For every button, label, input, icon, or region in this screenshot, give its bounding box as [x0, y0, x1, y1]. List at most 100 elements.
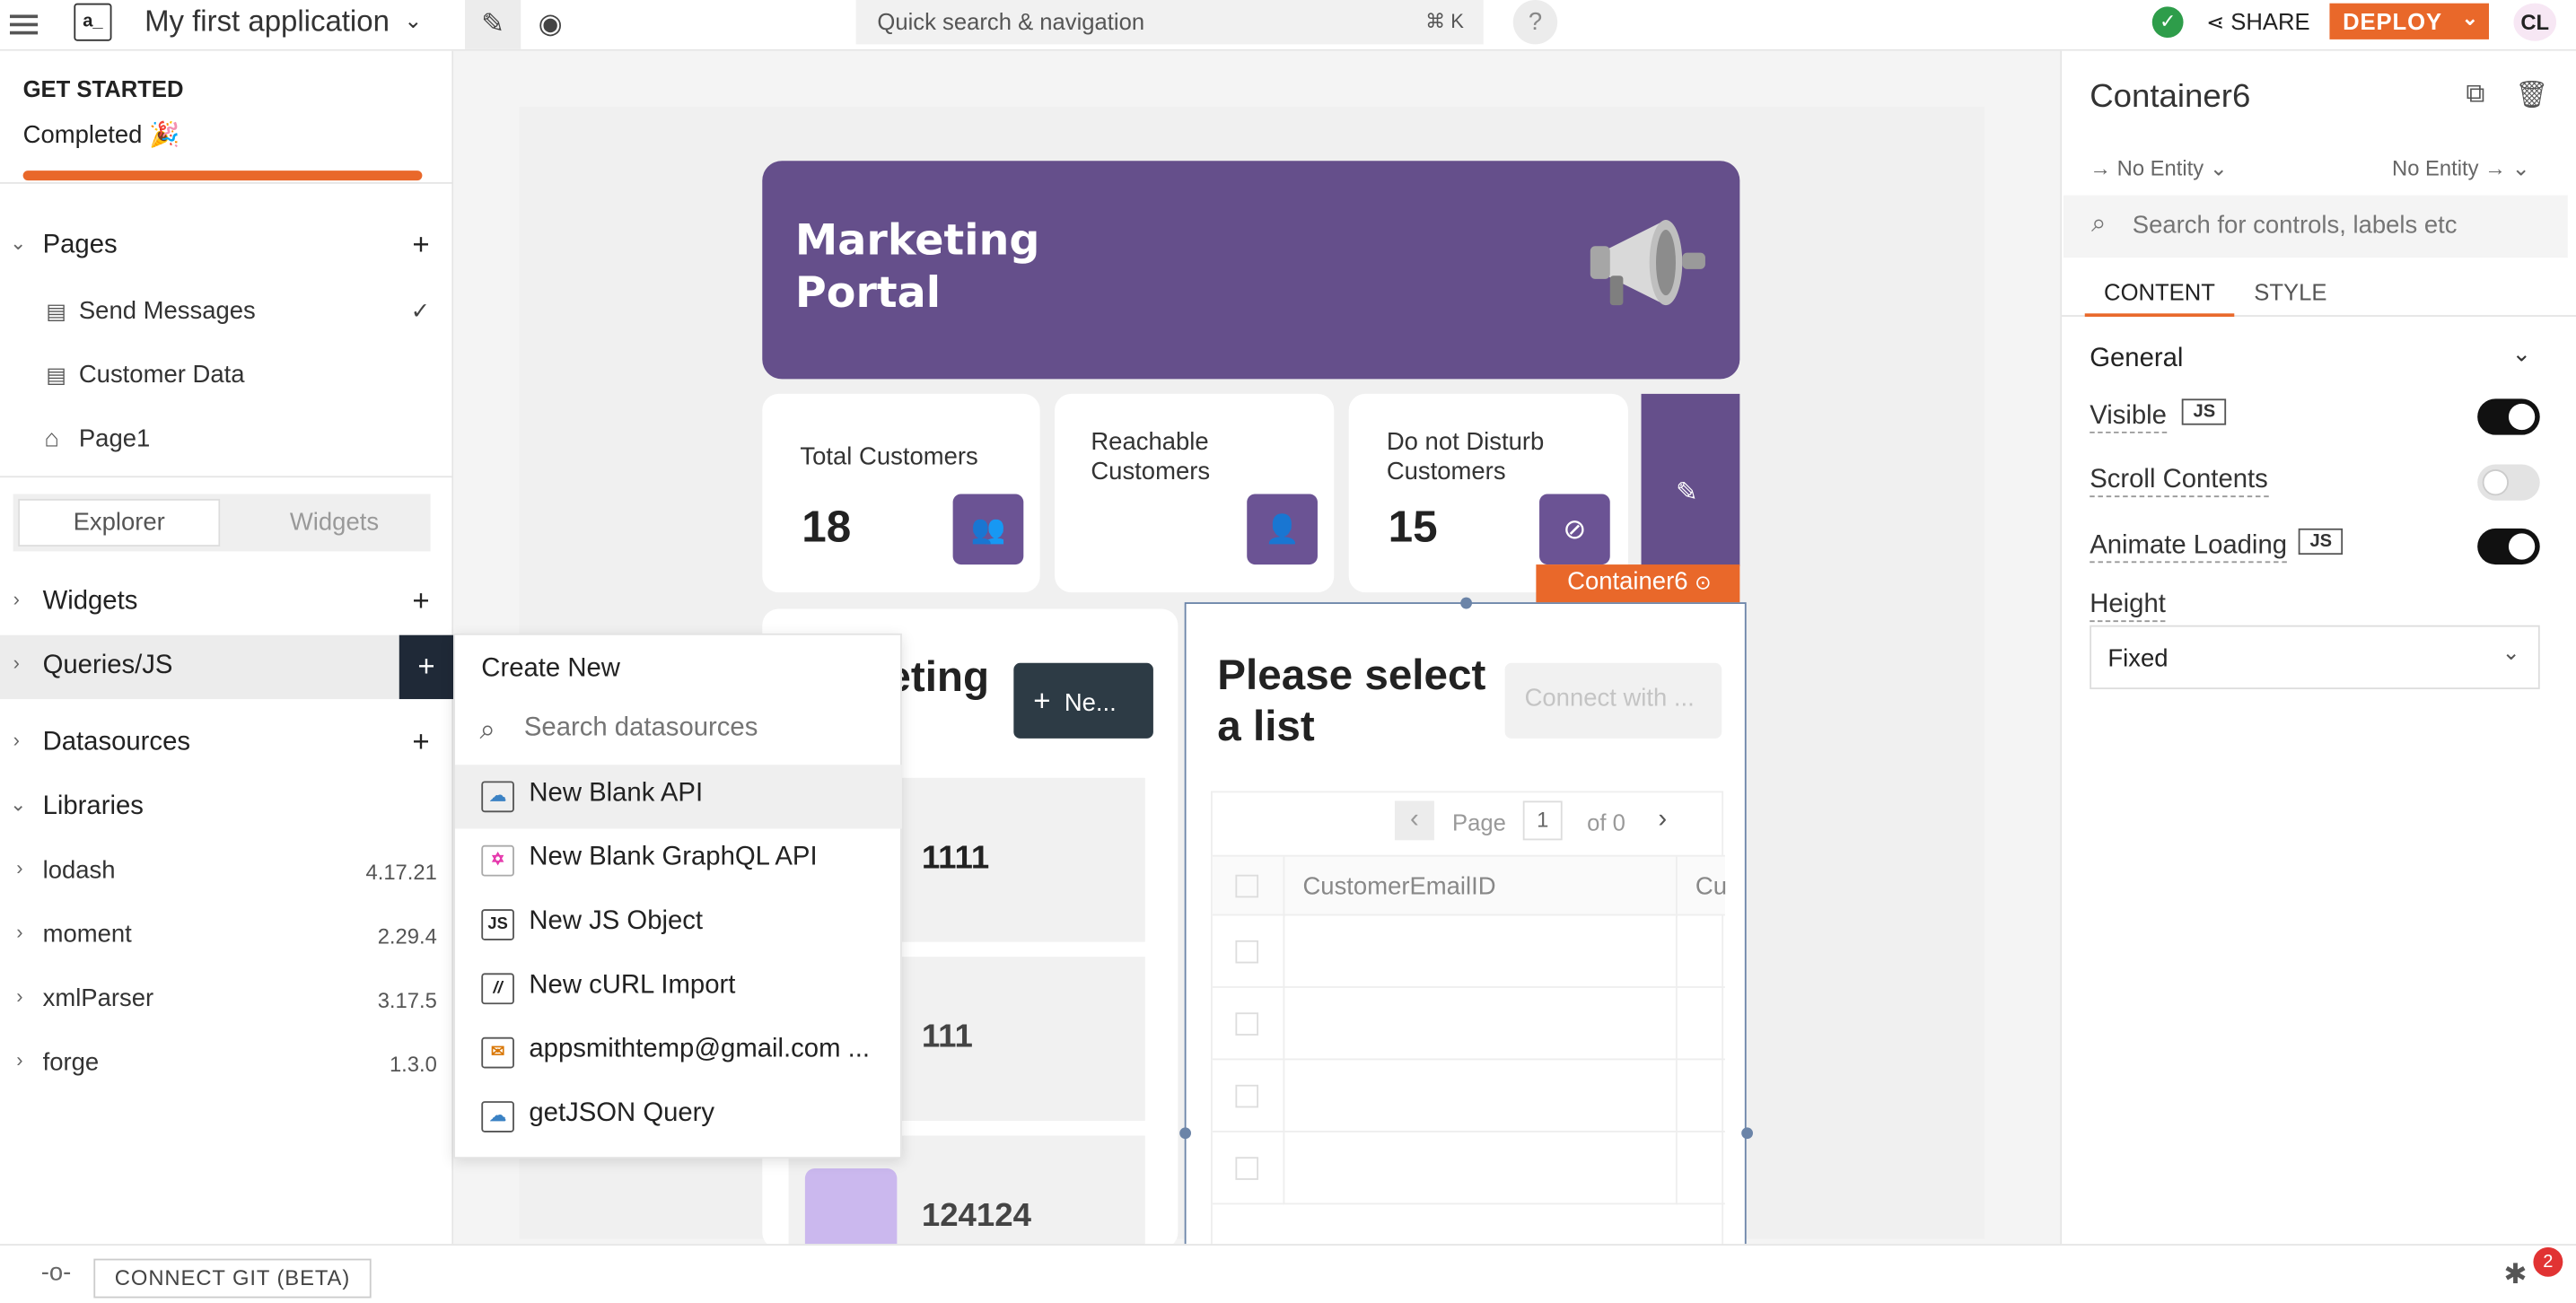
property-search-input[interactable] [2132, 211, 2544, 240]
add-datasource-icon[interactable]: + [412, 725, 429, 759]
deploy-button[interactable]: DEPLOY ⌄ [2329, 3, 2489, 39]
scroll-contents-toggle[interactable] [2477, 464, 2540, 501]
edit-panel[interactable]: ✎ [1641, 393, 1740, 566]
table-row[interactable] [1212, 1132, 1725, 1205]
resize-handle[interactable] [1179, 1127, 1192, 1140]
row-checkbox[interactable] [1235, 1157, 1259, 1180]
user-add-icon[interactable]: 👤 [1247, 494, 1318, 565]
share-button[interactable]: ⋖ SHARE [2206, 8, 2309, 36]
settings-icon[interactable]: ⊙ [1695, 571, 1711, 594]
edit-mode-button[interactable]: ✎ [464, 0, 521, 49]
add-page-icon[interactable]: + [412, 228, 429, 262]
menu-item-new-curl-import[interactable]: // New cURL Import [455, 957, 902, 1020]
chevron-down-icon[interactable]: ⌄ [10, 232, 26, 255]
chevron-down-icon[interactable]: ⌄ [2462, 6, 2479, 30]
add-widget-icon[interactable]: + [412, 584, 429, 618]
next-page-button[interactable]: › [1643, 800, 1682, 840]
select-title-line1: Please select [1217, 650, 1486, 700]
menu-item-new-graphql-api[interactable]: ✡ New Blank GraphQL API [455, 829, 902, 893]
chevron-down-icon[interactable]: ⌄ [404, 8, 422, 34]
libraries-section[interactable]: Libraries [43, 792, 144, 822]
row-checkbox[interactable] [1235, 940, 1259, 964]
column-header[interactable]: Cu [1695, 873, 1727, 901]
widget-name[interactable]: Container6 [2090, 79, 2250, 117]
connect-git-button[interactable]: CONNECT GIT (BETA) [93, 1258, 372, 1299]
library-item[interactable]: › forge 1.3.0 [0, 1030, 453, 1094]
chevron-right-icon[interactable]: › [13, 652, 20, 675]
datasource-search[interactable]: ⌕ [455, 701, 902, 765]
chevron-right-icon[interactable]: › [13, 588, 20, 611]
widget-name-tag[interactable]: Container6 ⊙ [1536, 564, 1740, 603]
page-item-send-messages[interactable]: ▤ Send Messages ✓ [0, 281, 453, 345]
animate-loading-toggle[interactable] [2477, 528, 2540, 565]
table-row[interactable] [1212, 1060, 1725, 1132]
widgets-section[interactable]: Widgets [43, 588, 138, 617]
entity-right-selector[interactable]: No Entity → ⌄ [2392, 156, 2530, 182]
menu-item-new-blank-api[interactable]: ☁ New Blank API [455, 765, 902, 829]
library-item[interactable]: › lodash 4.17.21 [0, 838, 453, 902]
resize-handle[interactable] [1741, 1127, 1753, 1140]
chevron-right-icon[interactable]: › [16, 984, 22, 1008]
resize-handle[interactable] [1460, 597, 1473, 609]
selected-container[interactable]: Please select a list Connect with ... ‹ P… [1184, 602, 1747, 1267]
entity-left-selector[interactable]: → No Entity ⌄ [2090, 156, 2228, 182]
trash-icon[interactable]: 🗑 [2515, 79, 2548, 112]
avatar[interactable]: CL [2513, 3, 2557, 41]
queries-section[interactable]: › Queries/JS + [0, 634, 454, 700]
page-number-input[interactable]: 1 [1522, 800, 1563, 841]
chevron-right-icon[interactable]: › [16, 1049, 22, 1072]
table-row[interactable] [1212, 987, 1725, 1061]
library-item[interactable]: › moment 2.29.4 [0, 903, 453, 966]
add-query-button[interactable]: + [399, 634, 454, 700]
page-item-page1[interactable]: ⌂ Page1 [0, 408, 453, 472]
chevron-right-icon[interactable]: › [16, 857, 22, 880]
bug-icon[interactable]: ✱ [2503, 1259, 2527, 1292]
menu-item-getjson-query[interactable]: ☁ getJSON Query [455, 1085, 902, 1149]
hero-banner[interactable]: Marketing Portal [762, 161, 1740, 380]
chevron-down-icon[interactable]: ⌄ [10, 792, 26, 816]
row-checkbox[interactable] [1235, 1012, 1259, 1036]
page-item-customer-data[interactable]: ▤ Customer Data [0, 345, 453, 408]
menu-icon[interactable] [9, 12, 39, 38]
tab-style[interactable]: STYLE [2254, 279, 2326, 305]
new-list-button[interactable]: + Ne... [1013, 662, 1153, 739]
row-checkbox[interactable] [1235, 1084, 1259, 1108]
library-item[interactable]: › xmlParser 3.17.5 [0, 966, 453, 1030]
pages-header[interactable]: Pages [43, 232, 118, 261]
datasources-section[interactable]: Datasources [43, 729, 190, 758]
menu-item-new-js-object[interactable]: JS New JS Object [455, 893, 902, 957]
height-select[interactable]: Fixed ⌄ [2090, 625, 2540, 690]
stat-card-dnd[interactable]: Do not Disturb Customers 15 ⊘ [1348, 393, 1628, 593]
app-logo[interactable]: a_ [74, 3, 112, 41]
property-search[interactable]: ⌕ [2063, 195, 2568, 258]
prev-page-button[interactable]: ‹ [1394, 800, 1434, 841]
visible-toggle[interactable] [2477, 398, 2540, 435]
section-general[interactable]: General [2090, 345, 2183, 374]
tab-content[interactable]: CONTENT [2084, 266, 2235, 317]
users-icon[interactable]: 👥 [952, 494, 1024, 565]
quick-search[interactable]: Quick search & navigation ⌘ K [855, 0, 1484, 45]
app-name[interactable]: My first application [145, 4, 390, 39]
help-button[interactable]: ? [1512, 0, 1558, 45]
menu-item-email-datasource[interactable]: ✉ appsmithtemp@gmail.com ... [455, 1020, 902, 1084]
chevron-right-icon[interactable]: › [13, 729, 20, 752]
pencil-icon[interactable]: ✎ [1676, 476, 1698, 509]
table-row[interactable] [1212, 915, 1725, 988]
widget-tag-label: Container6 [1567, 567, 1688, 596]
user-block-icon[interactable]: ⊘ [1539, 494, 1610, 565]
column-header[interactable]: CustomerEmailID [1302, 873, 1495, 901]
tab-explorer[interactable]: Explorer [18, 498, 221, 547]
js-toggle-button[interactable]: JS [2181, 398, 2227, 425]
tab-widgets[interactable]: Widgets [233, 499, 435, 547]
chevron-down-icon[interactable]: ⌄ [2512, 340, 2531, 368]
stat-card-total-customers[interactable]: Total Customers 18 👥 [762, 393, 1040, 593]
onboarding-title[interactable]: GET STARTED [23, 75, 184, 101]
stat-card-reachable[interactable]: Reachable Customers 👤 [1055, 393, 1335, 593]
search-datasources-input[interactable] [523, 713, 886, 744]
preview-mode-button[interactable]: ◉ [522, 0, 578, 49]
chevron-right-icon[interactable]: › [16, 921, 22, 944]
js-toggle-button[interactable]: JS [2298, 528, 2344, 555]
copy-icon[interactable]: ⧉ [2466, 81, 2484, 110]
select-all-checkbox[interactable] [1235, 874, 1259, 898]
connect-button[interactable]: Connect with ... [1504, 662, 1722, 739]
